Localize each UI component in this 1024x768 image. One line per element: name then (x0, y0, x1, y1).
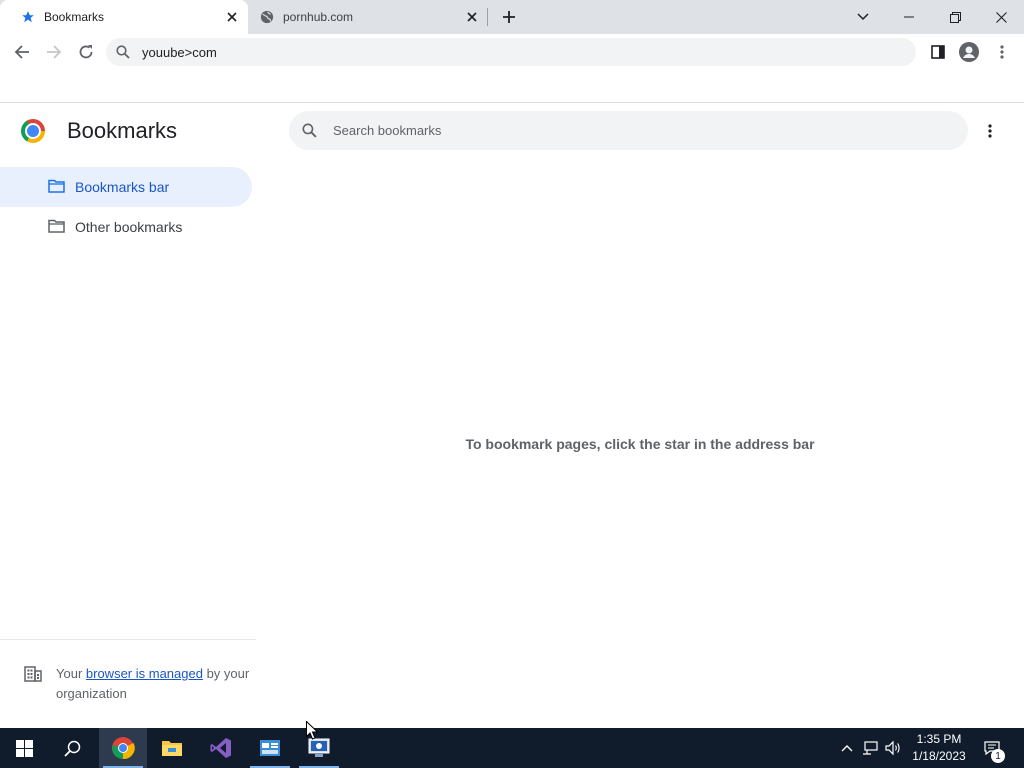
folder-icon (48, 179, 65, 198)
managed-prefix: Your (56, 666, 86, 681)
search-bookmarks-bar[interactable] (289, 111, 968, 150)
tab-pornhub[interactable]: pornhub.com (248, 0, 488, 34)
taskbar-control-panel[interactable] (246, 728, 294, 768)
organize-menu-button[interactable] (978, 119, 1002, 143)
reload-button[interactable] (72, 38, 100, 66)
browser-menu-button[interactable] (988, 38, 1016, 66)
taskbar-file-explorer[interactable] (148, 728, 196, 768)
kebab-menu-icon (1000, 45, 1004, 59)
search-icon (302, 123, 317, 143)
sidebar-item-label: Other bookmarks (75, 219, 183, 235)
browser-toolbar: youube>com (0, 34, 1024, 70)
profile-button[interactable] (955, 38, 983, 66)
managed-text: Your browser is managed by your organiza… (56, 664, 256, 704)
globe-icon (259, 9, 275, 25)
new-tab-button[interactable] (499, 7, 519, 27)
tab-title: Bookmarks (44, 10, 105, 24)
start-icon (15, 739, 33, 757)
sidebar-item-label: Bookmarks bar (75, 179, 170, 195)
taskbar-search-button[interactable] (48, 728, 96, 768)
browser-managed-link[interactable]: browser is managed (86, 666, 203, 681)
restore-button[interactable] (932, 0, 978, 34)
restore-icon (949, 11, 961, 23)
windows-taskbar: 1:35 PM 1/18/2023 1 (0, 728, 1024, 768)
start-button[interactable] (0, 728, 48, 768)
side-panel-button[interactable] (924, 38, 952, 66)
search-icon (116, 45, 130, 64)
arrow-right-icon (47, 45, 62, 59)
sidebar-item-other-bookmarks[interactable]: Other bookmarks (0, 207, 252, 247)
volume-icon[interactable] (885, 740, 901, 756)
chrome-icon (112, 737, 135, 760)
back-button[interactable] (8, 38, 36, 66)
close-tab-icon[interactable] (224, 9, 240, 25)
kebab-menu-icon (988, 124, 992, 138)
tab-bookmarks[interactable]: Bookmarks (0, 0, 248, 34)
clock-time: 1:35 PM (916, 732, 962, 746)
tab-separator (487, 8, 488, 26)
taskbar-chrome[interactable] (99, 728, 147, 768)
chevron-down-icon (857, 13, 869, 21)
minimize-icon (904, 16, 914, 18)
minimize-button[interactable] (886, 0, 932, 34)
building-icon (24, 666, 42, 687)
chrome-logo-icon (21, 119, 45, 143)
close-tab-icon[interactable] (464, 9, 480, 25)
visual-studio-icon (210, 738, 231, 758)
tab-strip: Bookmarks pornhub.com (0, 0, 1024, 34)
control-panel-icon (260, 740, 280, 756)
file-explorer-icon (162, 741, 182, 756)
tab-search-button[interactable] (840, 0, 886, 34)
taskbar-visual-studio[interactable] (197, 728, 245, 768)
side-panel-icon (931, 45, 945, 59)
network-icon[interactable] (862, 740, 878, 756)
forward-button[interactable] (40, 38, 68, 66)
address-bar[interactable]: youube>com (106, 38, 916, 66)
tab-title: pornhub.com (283, 10, 354, 24)
plus-icon (503, 11, 515, 23)
reload-icon (79, 45, 93, 59)
arrow-left-icon (14, 45, 29, 59)
page-title: Bookmarks (67, 118, 178, 143)
star-icon (20, 9, 36, 25)
search-input[interactable] (333, 121, 933, 139)
clock-date: 1/18/2023 (912, 749, 966, 763)
sidebar-item-bookmarks-bar[interactable]: Bookmarks bar (0, 167, 252, 207)
mouse-cursor-icon (306, 720, 319, 745)
address-text[interactable]: youube>com (142, 45, 217, 60)
taskbar-remote-desktop[interactable] (295, 728, 343, 768)
close-window-button[interactable] (978, 0, 1024, 34)
close-icon (995, 11, 1007, 23)
empty-state-message: To bookmark pages, click the star in the… (465, 436, 815, 452)
avatar-icon (959, 42, 979, 62)
toolbar-divider (0, 102, 1024, 103)
search-icon (63, 740, 80, 757)
show-hidden-icons-button[interactable] (839, 740, 855, 756)
folder-icon (48, 219, 65, 238)
chevron-up-icon (841, 745, 853, 752)
system-clock[interactable]: 1:35 PM 1/18/2023 (906, 731, 972, 765)
notification-count-badge: 1 (991, 749, 1005, 763)
sidebar-divider (0, 639, 256, 640)
